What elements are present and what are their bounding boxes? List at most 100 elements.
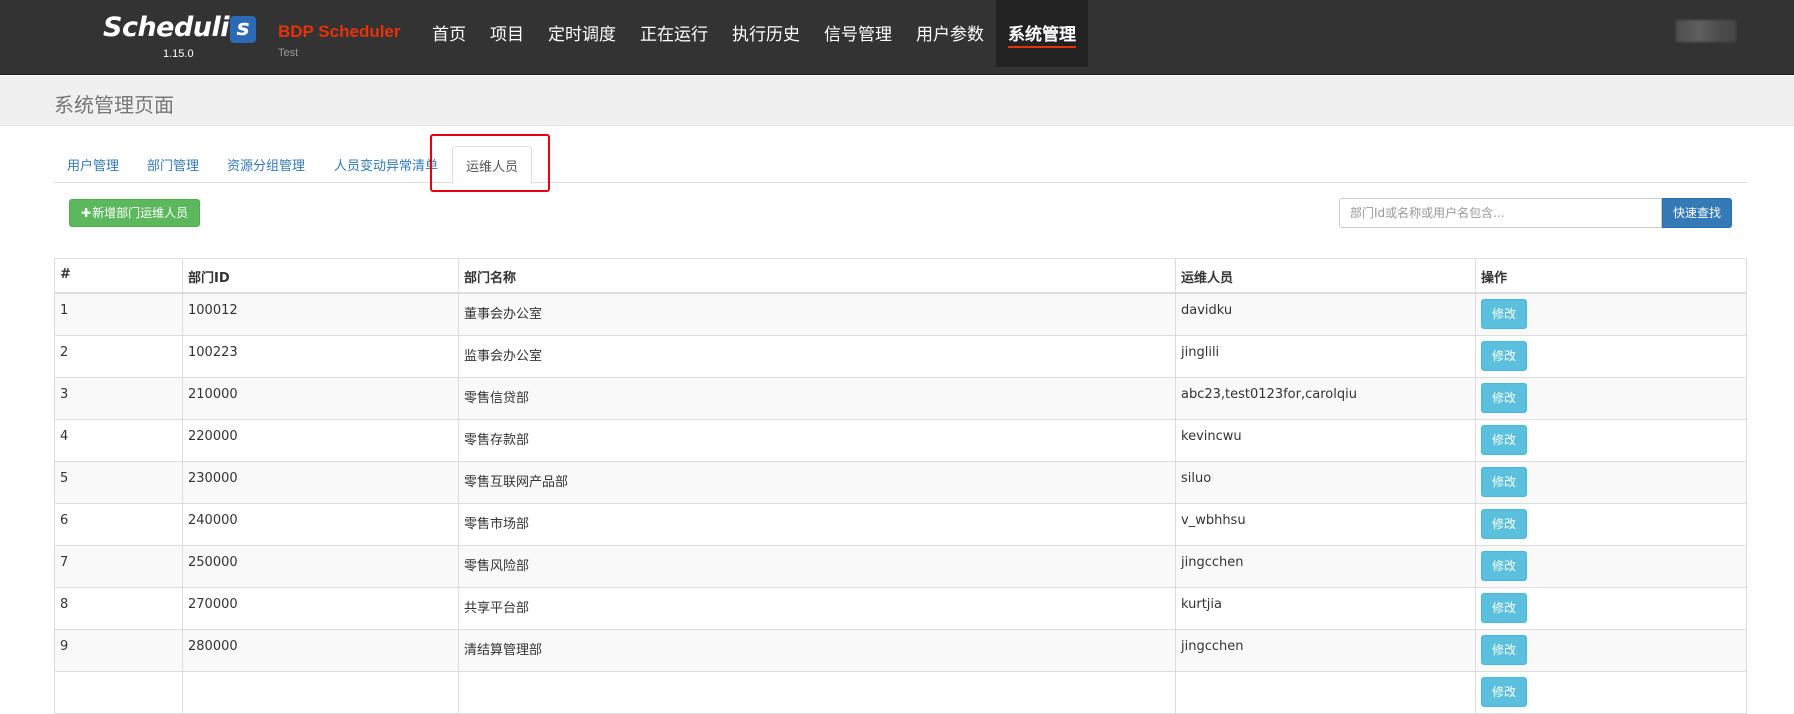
cell-ops-personnel: davidku [1175,292,1476,336]
cell-dept-id: 220000 [182,419,459,462]
tab-department-management[interactable]: 部门管理 [134,146,212,183]
cell-dept-name: 清结算管理部 [458,629,1176,672]
table-row: 1 100012 董事会办公室 davidku 修改 [54,292,1747,336]
cell-index: 7 [54,545,183,588]
cell-index: 4 [54,419,183,462]
tab-personnel-change-exceptions[interactable]: 人员变动异常清单 [321,146,451,183]
nav-item-running[interactable]: 正在运行 [628,0,720,67]
nav-item-history[interactable]: 执行历史 [720,0,812,67]
top-navbar: Scheduli s 1.15.0 BDP Scheduler Test 首页 … [0,0,1794,75]
cell-dept-id: 240000 [182,503,459,546]
cell-dept-name: 监事会办公室 [458,335,1176,378]
cell-actions: 修改 [1475,419,1747,462]
edit-button[interactable]: 修改 [1481,677,1527,707]
edit-button[interactable]: 修改 [1481,467,1527,497]
cell-actions: 修改 [1475,377,1747,420]
column-header-ops-personnel: 运维人员 [1175,258,1476,294]
add-department-ops-button[interactable]: ✚新增部门运维人员 [69,199,201,227]
cell-actions: 修改 [1475,587,1747,630]
table-row: 修改 [54,671,1747,714]
schedulis-logo[interactable]: Scheduli s 1.15.0 [103,12,256,62]
cell-ops-personnel: kurtjia [1175,587,1476,630]
cell-dept-name: 零售互联网产品部 [458,461,1176,504]
cell-index [54,671,183,714]
table-row: 9 280000 清结算管理部 jingcchen 修改 [54,629,1747,672]
table-row: 4 220000 零售存款部 kevincwu 修改 [54,419,1747,462]
cell-dept-name: 零售风险部 [458,545,1176,588]
cell-ops-personnel: v_wbhhsu [1175,503,1476,546]
nav-label: 信号管理 [824,25,892,45]
cell-dept-name: 董事会办公室 [458,292,1176,336]
edit-button[interactable]: 修改 [1481,299,1527,329]
cell-dept-name: 零售市场部 [458,503,1176,546]
page-title: 系统管理页面 [54,93,174,117]
edit-button[interactable]: 修改 [1481,509,1527,539]
logo-badge: s [230,16,256,43]
add-button-label: 新增部门运维人员 [92,206,189,220]
cell-dept-id: 100012 [182,292,459,336]
cell-dept-id: 210000 [182,377,459,420]
cell-dept-name: 共享平台部 [458,587,1176,630]
search-input[interactable] [1339,198,1662,228]
cell-dept-id: 280000 [182,629,459,672]
table-row: 7 250000 零售风险部 jingcchen 修改 [54,545,1747,588]
logo-wordmark: Scheduli [103,12,230,43]
page-header: 系统管理页面 [0,76,1794,126]
cell-dept-name: 零售存款部 [458,419,1176,462]
edit-button[interactable]: 修改 [1481,551,1527,581]
table-row: 6 240000 零售市场部 v_wbhhsu 修改 [54,503,1747,546]
cell-dept-name [458,671,1176,714]
edit-button[interactable]: 修改 [1481,635,1527,665]
cell-index: 9 [54,629,183,672]
edit-button[interactable]: 修改 [1481,341,1527,371]
cell-actions: 修改 [1475,292,1747,336]
cell-ops-personnel: kevincwu [1175,419,1476,462]
edit-button[interactable]: 修改 [1481,593,1527,623]
table-row: 3 210000 零售信贷部 abc23,test0123for,carolqi… [54,377,1747,420]
cell-ops-personnel: abc23,test0123for,carolqiu [1175,377,1476,420]
nav-label: 首页 [432,25,466,45]
version-label: 1.15.0 [163,48,194,60]
nav-item-system-admin[interactable]: 系统管理 [996,0,1088,67]
edit-button[interactable]: 修改 [1481,383,1527,413]
nav-label: 执行历史 [732,25,800,45]
nav-item-home[interactable]: 首页 [420,0,478,67]
cell-dept-id: 100223 [182,335,459,378]
ops-personnel-table: # 部门ID 部门名称 运维人员 操作 1 100012 董事会办公室 davi… [54,258,1747,714]
cell-ops-personnel: jingcchen [1175,629,1476,672]
nav-item-user-params[interactable]: 用户参数 [904,0,996,67]
nav-label: 系统管理 [1008,20,1076,48]
table-header-row: # 部门ID 部门名称 运维人员 操作 [54,258,1747,294]
cell-dept-id: 270000 [182,587,459,630]
tab-user-management[interactable]: 用户管理 [54,146,132,183]
nav-item-projects[interactable]: 项目 [478,0,536,67]
tab-ops-personnel[interactable]: 运维人员 [452,146,533,184]
cell-dept-id [182,671,459,714]
main-nav: 首页 项目 定时调度 正在运行 执行历史 信号管理 用户参数 系统管理 [420,0,1088,67]
cell-actions: 修改 [1475,503,1747,546]
cell-index: 8 [54,587,183,630]
nav-label: 用户参数 [916,25,984,45]
nav-label: 定时调度 [548,25,616,45]
nav-label: 正在运行 [640,25,708,45]
column-header-dept-name: 部门名称 [458,258,1176,294]
cell-dept-id: 250000 [182,545,459,588]
cell-dept-id: 230000 [182,461,459,504]
environment-label: Test [278,47,299,59]
cell-index: 5 [54,461,183,504]
user-menu-avatar[interactable] [1676,20,1736,42]
quick-search-button[interactable]: 快速查找 [1662,198,1732,228]
app-title: BDP Scheduler [278,22,401,41]
cell-ops-personnel: jingcchen [1175,545,1476,588]
cell-dept-name: 零售信贷部 [458,377,1176,420]
tab-resource-group-management[interactable]: 资源分组管理 [214,146,318,183]
edit-button[interactable]: 修改 [1481,425,1527,455]
cell-index: 2 [54,335,183,378]
nav-item-signals[interactable]: 信号管理 [812,0,904,67]
cell-actions: 修改 [1475,461,1747,504]
nav-item-schedules[interactable]: 定时调度 [536,0,628,67]
table-row: 8 270000 共享平台部 kurtjia 修改 [54,587,1747,630]
cell-actions: 修改 [1475,671,1747,714]
admin-tabs: 用户管理 部门管理 资源分组管理 人员变动异常清单 运维人员 [54,146,1747,184]
cell-ops-personnel: siluo [1175,461,1476,504]
